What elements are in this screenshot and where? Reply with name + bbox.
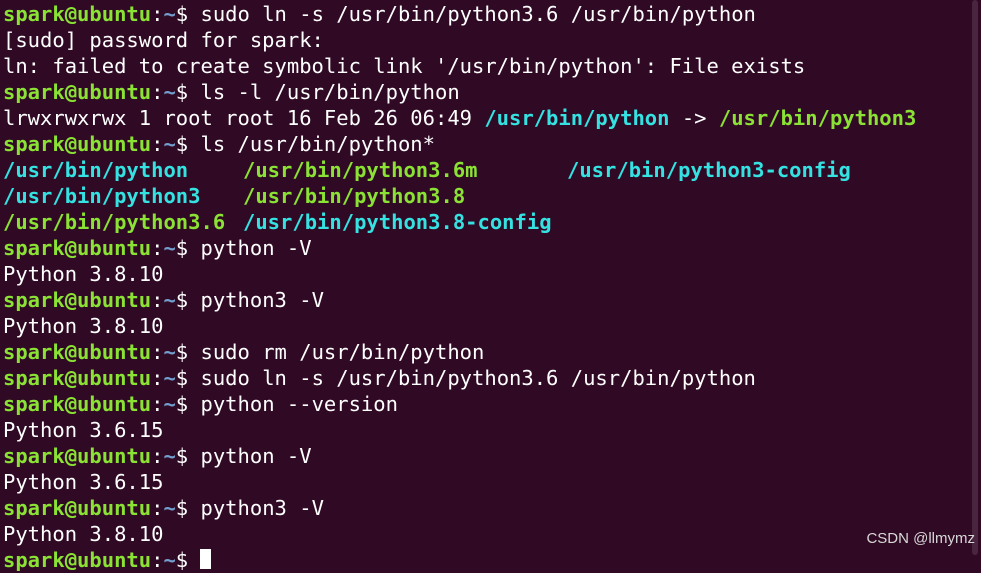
prompt-user: spark@ubuntu [3, 80, 152, 104]
ls-entry: /usr/bin/python3.8 [243, 184, 466, 208]
ls-long-prefix: lrwxrwxrwx 1 root root 16 Feb 26 06:49 [3, 106, 485, 130]
scrollbar[interactable] [972, 0, 978, 555]
terminal-output[interactable]: spark@ubuntu:~$ sudo ln -s /usr/bin/pyth… [3, 1, 969, 572]
prompt-separator: : [151, 548, 164, 572]
watermark: CSDN @llmymz [866, 530, 975, 547]
ls-entry: /usr/bin/python3.6m [243, 158, 478, 182]
prompt-path: ~ [163, 2, 176, 26]
output-line: Python 3.8.10 [3, 262, 164, 286]
command-text: python -V [200, 444, 312, 468]
command-line: spark@ubuntu:~$ sudo ln -s /usr/bin/pyth… [3, 1, 969, 27]
symlink-name: /usr/bin/python [484, 106, 670, 130]
prompt-path: ~ [163, 340, 176, 364]
ls-entry [567, 209, 847, 235]
prompt-user: spark@ubuntu [3, 236, 152, 260]
prompt-path: ~ [163, 496, 176, 520]
prompt-dollar: $ [175, 366, 201, 390]
prompt-dollar: $ [175, 340, 201, 364]
prompt-path: ~ [163, 236, 176, 260]
command-text: ls -l /usr/bin/python [200, 80, 460, 104]
prompt-separator: : [151, 80, 164, 104]
prompt-separator: : [151, 444, 164, 468]
command-text: sudo rm /usr/bin/python [200, 340, 485, 364]
prompt-path: ~ [163, 132, 176, 156]
command-line: spark@ubuntu:~$ sudo rm /usr/bin/python [3, 339, 969, 365]
output-line: [sudo] password for spark: [3, 28, 324, 52]
command-text: sudo ln -s /usr/bin/python3.6 /usr/bin/p… [200, 2, 756, 26]
prompt-user: spark@ubuntu [3, 496, 152, 520]
ls-output-grid: /usr/bin/python/usr/bin/python3.6m/usr/b… [3, 157, 969, 235]
prompt-separator: : [151, 236, 164, 260]
prompt-separator: : [151, 366, 164, 390]
prompt-separator: : [151, 2, 164, 26]
output-line: Python 3.6.15 [3, 418, 164, 442]
prompt-dollar: $ [175, 2, 201, 26]
ls-entry: /usr/bin/python3.8-config [243, 210, 552, 234]
prompt-user: spark@ubuntu [3, 132, 152, 156]
symlink-target: /usr/bin/python3 [718, 106, 917, 130]
prompt-path: ~ [163, 80, 176, 104]
output-line: Python 3.8.10 [3, 314, 164, 338]
text-cursor [200, 549, 212, 569]
prompt-user: spark@ubuntu [3, 366, 152, 390]
prompt-dollar: $ [175, 288, 201, 312]
command-line: spark@ubuntu:~$ python -V [3, 235, 969, 261]
command-line: spark@ubuntu:~$ python -V [3, 443, 969, 469]
command-line: spark@ubuntu:~$ python3 -V [3, 495, 969, 521]
prompt-dollar: $ [175, 132, 201, 156]
output-line: ln: failed to create symbolic link '/usr… [3, 54, 806, 78]
command-line: spark@ubuntu:~$ python --version [3, 391, 969, 417]
ls-entry: /usr/bin/python3 [3, 184, 201, 208]
prompt-path: ~ [163, 366, 176, 390]
command-line: spark@ubuntu:~$ ls /usr/bin/python* [3, 131, 969, 157]
prompt-user: spark@ubuntu [3, 444, 152, 468]
prompt-user: spark@ubuntu [3, 2, 152, 26]
command-text: ls /usr/bin/python* [200, 132, 435, 156]
prompt-user: spark@ubuntu [3, 392, 152, 416]
command-text: python --version [200, 392, 398, 416]
prompt-separator: : [151, 496, 164, 520]
prompt-dollar: $ [175, 548, 201, 572]
prompt-user: spark@ubuntu [3, 340, 152, 364]
ls-entry [567, 183, 847, 209]
prompt-separator: : [151, 340, 164, 364]
output-line: Python 3.6.15 [3, 470, 164, 494]
command-line: spark@ubuntu:~$ [3, 547, 969, 573]
prompt-separator: : [151, 288, 164, 312]
ls-entry: /usr/bin/python [3, 158, 189, 182]
prompt-path: ~ [163, 548, 176, 572]
ls-entry: /usr/bin/python3-config [567, 158, 851, 182]
command-line: lrwxrwxrwx 1 root root 16 Feb 26 06:49 /… [3, 105, 969, 131]
prompt-dollar: $ [175, 392, 201, 416]
ls-entry: /usr/bin/python3.6 [3, 210, 226, 234]
prompt-dollar: $ [175, 444, 201, 468]
command-line: spark@ubuntu:~$ ls -l /usr/bin/python [3, 79, 969, 105]
symlink-arrow: -> [669, 106, 719, 130]
command-line: spark@ubuntu:~$ python3 -V [3, 287, 969, 313]
prompt-separator: : [151, 392, 164, 416]
prompt-separator: : [151, 132, 164, 156]
prompt-dollar: $ [175, 236, 201, 260]
prompt-user: spark@ubuntu [3, 288, 152, 312]
scroll-thumb[interactable] [972, 0, 978, 555]
output-line: Python 3.8.10 [3, 522, 164, 546]
prompt-path: ~ [163, 288, 176, 312]
prompt-dollar: $ [175, 496, 201, 520]
prompt-user: spark@ubuntu [3, 548, 152, 572]
prompt-path: ~ [163, 392, 176, 416]
prompt-dollar: $ [175, 80, 201, 104]
prompt-path: ~ [163, 444, 176, 468]
command-text: python3 -V [200, 496, 324, 520]
command-text: python3 -V [200, 288, 324, 312]
command-text: python -V [200, 236, 312, 260]
command-text: sudo ln -s /usr/bin/python3.6 /usr/bin/p… [200, 366, 756, 390]
command-line: spark@ubuntu:~$ sudo ln -s /usr/bin/pyth… [3, 365, 969, 391]
